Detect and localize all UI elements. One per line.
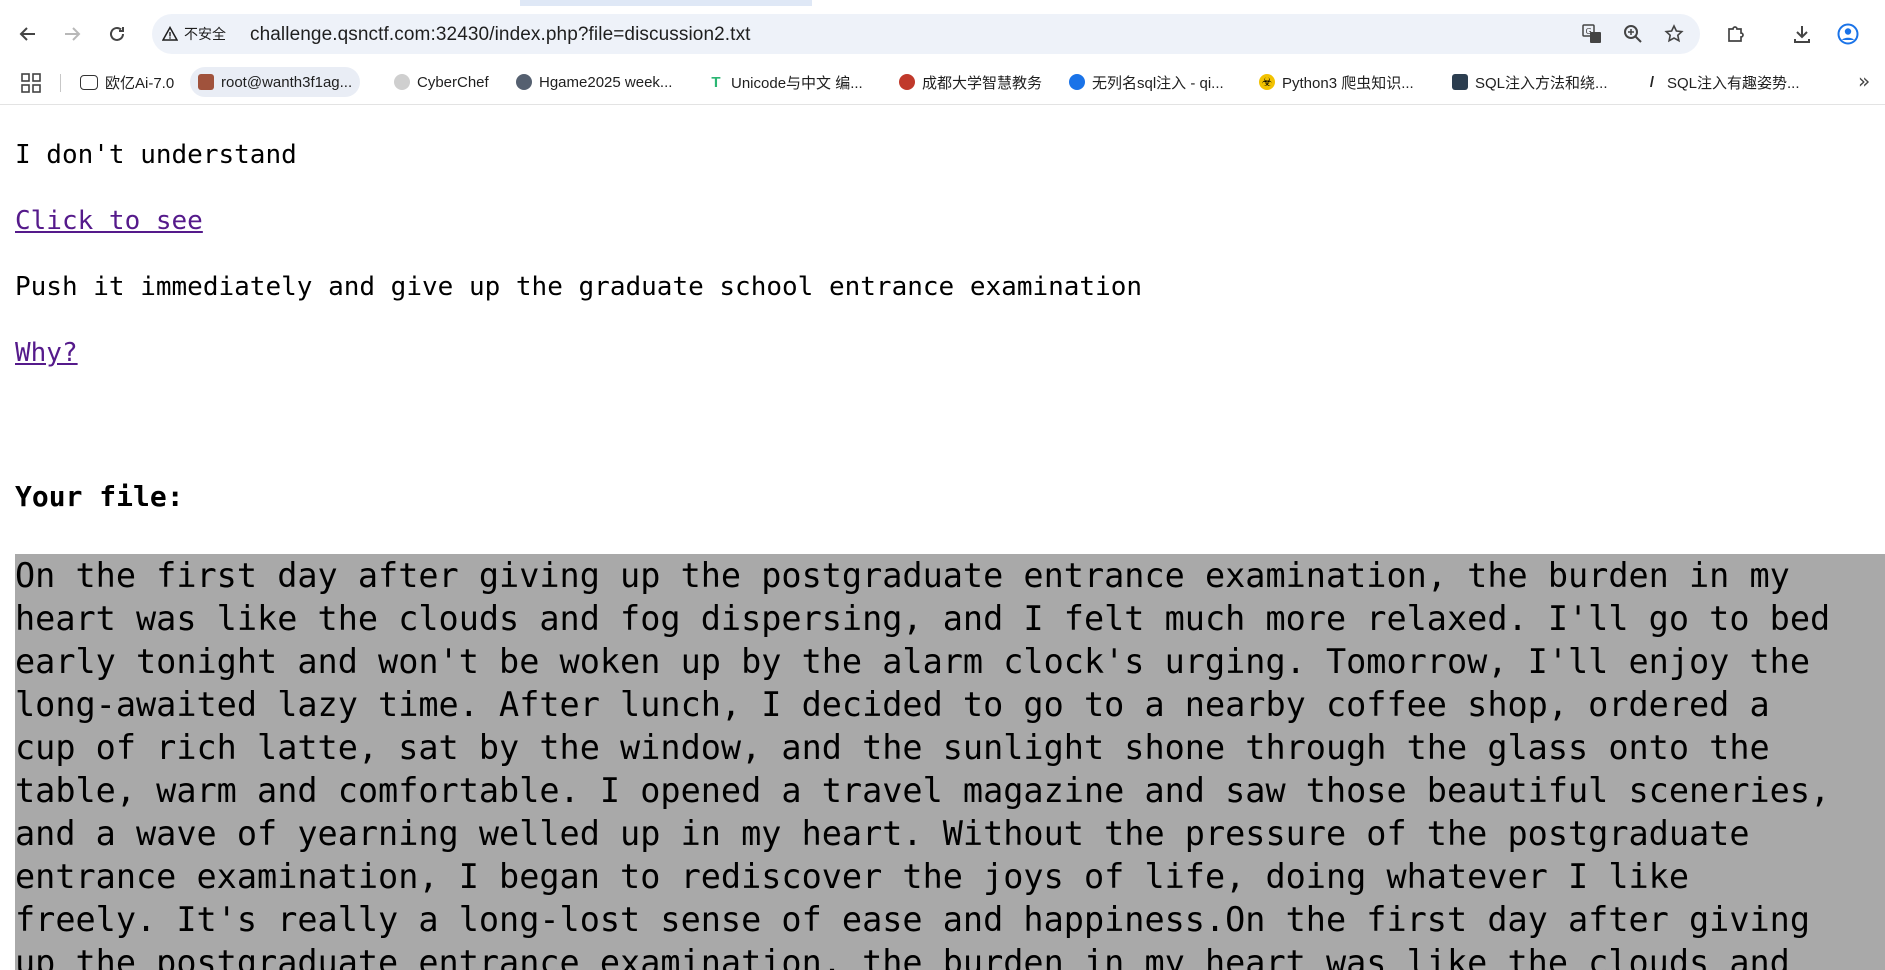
translate-icon[interactable]: G — [1580, 22, 1604, 46]
file-line: early tonight and won't be woken up by t… — [15, 642, 1811, 681]
security-label: 不安全 — [184, 26, 226, 42]
downloads-button[interactable] — [1786, 18, 1818, 50]
warning-triangle-icon — [162, 26, 178, 41]
apps-grid-icon[interactable] — [20, 72, 42, 94]
bookmark-item[interactable]: 成都大学智慧教务 — [891, 67, 1050, 97]
zoom-icon[interactable] — [1621, 22, 1645, 46]
click-to-see-link[interactable]: Click to see — [15, 206, 203, 236]
url-text[interactable]: challenge.qsnctf.com:32430/index.php?fil… — [250, 24, 751, 46]
forward-button[interactable] — [56, 18, 88, 50]
discord-icon — [80, 74, 98, 90]
bookmark-item[interactable]: 欧亿Ai-7.0 — [72, 67, 182, 97]
text-line: Push it immediately and give up the grad… — [15, 272, 1143, 302]
file-line: table, warm and comfortable. I opened a … — [15, 771, 1831, 810]
bookmark-item[interactable]: 无列名sql注入 - qi... — [1061, 67, 1232, 97]
image-icon — [1452, 74, 1468, 90]
bookmark-item[interactable]: root@wanth3f1ag... — [190, 67, 361, 97]
biohazard-icon: ☣ — [1259, 74, 1275, 90]
bookmark-item[interactable]: SQL注入方法和绕... — [1444, 67, 1616, 97]
file-line: cup of rich latte, sat by the window, an… — [15, 728, 1770, 767]
avatar-icon — [516, 74, 532, 90]
file-line: up the postgraduate entrance examination… — [15, 943, 1790, 970]
chef-hat-icon — [394, 74, 410, 90]
file-heading: Your file: — [15, 480, 184, 513]
avatar-icon — [198, 74, 214, 90]
browser-toolbar: 不安全 challenge.qsnctf.com:32430/index.php… — [0, 6, 1885, 62]
file-line: freely. It's really a long-lost sense of… — [15, 900, 1811, 939]
svg-text:G: G — [1586, 27, 1592, 36]
download-icon — [1794, 26, 1810, 43]
address-bar[interactable]: 不安全 challenge.qsnctf.com:32430/index.php… — [152, 14, 1700, 54]
file-line: and a wave of yearning welled up in my h… — [15, 814, 1750, 853]
file-text: On the first day after giving up the pos… — [15, 554, 1885, 970]
file-line: heart was like the clouds and fog disper… — [15, 599, 1831, 638]
circle-logo-icon — [1069, 74, 1085, 90]
bookmark-item[interactable]: Hgame2025 week... — [508, 67, 680, 97]
university-icon — [899, 74, 915, 90]
bookmark-star-icon[interactable] — [1662, 22, 1686, 46]
file-content: On the first day after giving up the pos… — [15, 554, 1885, 970]
reload-button[interactable] — [101, 18, 133, 50]
profile-icon — [1837, 23, 1859, 45]
bookmarks-separator — [60, 74, 61, 92]
bookmark-item[interactable]: T Unicode与中文 编... — [700, 67, 871, 97]
puzzle-icon — [1728, 26, 1744, 42]
bookmark-item[interactable]: / SQL注入有趣姿势... — [1636, 67, 1808, 97]
back-button[interactable] — [12, 18, 44, 50]
security-indicator[interactable]: 不安全 — [162, 22, 242, 46]
file-line: entrance examination, I began to redisco… — [15, 857, 1690, 896]
file-line: long-awaited lazy time. After lunch, I d… — [15, 685, 1770, 724]
forward-arrow-icon — [65, 27, 81, 41]
file-line: On the first day after giving up the pos… — [15, 556, 1790, 595]
why-link[interactable]: Why? — [15, 338, 78, 368]
profile-button[interactable] — [1832, 18, 1864, 50]
t-logo-icon: T — [711, 73, 721, 91]
reload-icon — [110, 26, 124, 41]
bookmark-item[interactable]: ☣ Python3 爬虫知识... — [1251, 67, 1422, 97]
text-line: I don't understand — [15, 140, 297, 170]
more-bookmarks-icon[interactable]: » — [1858, 69, 1870, 93]
slash-logo-icon: / — [1649, 73, 1655, 91]
bookmarks-bar: 欧亿Ai-7.0 root@wanth3f1ag... CyberChef Hg… — [0, 62, 1885, 105]
back-arrow-icon — [19, 27, 35, 41]
extensions-button[interactable] — [1720, 18, 1752, 50]
bookmark-item[interactable]: CyberChef — [386, 67, 497, 97]
